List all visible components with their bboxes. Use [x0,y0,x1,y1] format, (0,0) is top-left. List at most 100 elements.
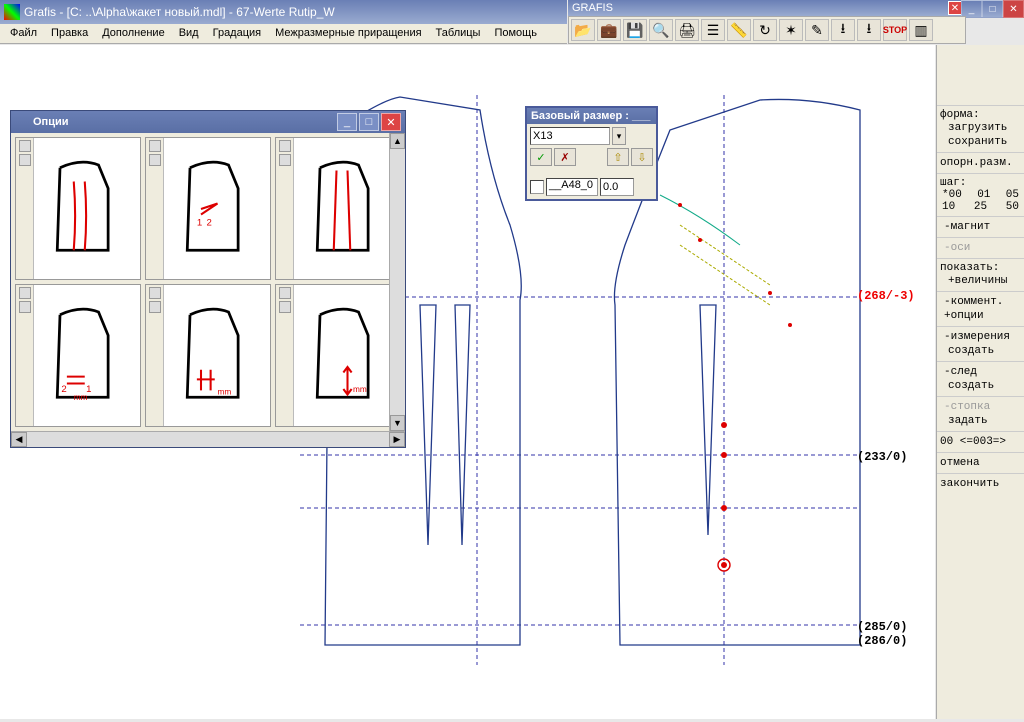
annotation-3: (285/0) [857,620,907,634]
step-00[interactable]: *00 [942,189,962,201]
options-toggle[interactable]: +опции [940,309,1021,323]
down2-icon[interactable]: ⭳ [857,19,881,41]
size-dropdown-icon[interactable]: ▾ [612,127,626,145]
cancel-button[interactable]: отмена [940,456,1021,470]
option-6[interactable]: mm [275,284,401,427]
counter[interactable]: 00 <=003=> [940,435,1021,449]
refresh-icon[interactable]: ↻ [753,19,777,41]
grafis-titlebar: GRAFIS ✕ [568,0,966,16]
screen-icon[interactable]: ▥ [909,19,933,41]
undo-icon[interactable]: ✎ [805,19,829,41]
option-1[interactable] [15,137,141,280]
option-2[interactable]: 12 [145,137,271,280]
open-icon[interactable]: 📂 [571,19,595,41]
finish-button[interactable]: закончить [940,477,1021,491]
svg-text:1: 1 [196,217,201,228]
step-01[interactable]: 01 [977,189,990,201]
show-values[interactable]: +величины [940,274,1021,288]
step-25[interactable]: 25 [974,201,987,213]
field-name[interactable]: __A48_0 [546,178,598,196]
step-05[interactable]: 05 [1006,189,1019,201]
options-close[interactable]: ✕ [381,113,401,131]
ruler-icon[interactable]: 📏 [727,19,751,41]
x-button[interactable]: ✗ [554,148,576,166]
annotation-1: (268/-3) [857,289,915,303]
magnet-toggle[interactable]: -магнит [940,220,1021,234]
step-10[interactable]: 10 [942,201,955,213]
down-button[interactable]: ⇩ [631,148,653,166]
shape-load[interactable]: загрузить [940,121,1021,135]
measure-toggle[interactable]: -измерения [940,330,1021,344]
save-icon[interactable]: 💾 [623,19,647,41]
up-button[interactable]: ⇧ [607,148,629,166]
toolbar: 📂 💼 💾 🔍 🖨 ☰ 📏 ↻ ✶ ✎ ⭳ ⭳ STOP ▥ [568,16,966,44]
svg-text:mm: mm [73,393,87,402]
base-size-title[interactable]: Базовый размер : ___ [527,108,656,124]
menu-addon[interactable]: Дополнение [96,26,170,41]
annotation-4: (286/0) [857,634,907,648]
options-hscrollbar[interactable]: ◀ ▶ [11,431,405,447]
menu-intersize[interactable]: Межразмерные приращения [269,26,427,41]
option-5[interactable]: mm [145,284,271,427]
svg-text:2: 2 [61,383,66,394]
menu-view[interactable]: Вид [173,26,205,41]
scroll-up-icon[interactable]: ▲ [390,133,405,149]
options-title: Опции [33,116,335,128]
zoom-icon[interactable]: 🔍 [649,19,673,41]
step-label: шаг: [940,177,1021,189]
size-input[interactable] [530,127,610,145]
svg-text:mm: mm [353,384,367,393]
options-grid: 12 21mm mm mm [11,133,405,431]
menu-tables[interactable]: Таблицы [430,26,487,41]
star-icon[interactable]: ✶ [779,19,803,41]
menu-edit[interactable]: Правка [45,26,94,41]
case-icon[interactable]: 💼 [597,19,621,41]
svg-text:mm: mm [217,387,231,396]
ref-size[interactable]: опорн.разм. [940,156,1021,170]
option-3[interactable] [275,137,401,280]
options-minimize[interactable]: _ [337,113,357,131]
down1-icon[interactable]: ⭳ [831,19,855,41]
show-label: показать: [940,262,1021,274]
trace-toggle[interactable]: -след [940,365,1021,379]
stack-toggle[interactable]: -стопка [940,400,1021,414]
title-text: Grafis - [C: ..\Alpha\жакет новый.mdl] -… [24,5,563,19]
menubar: Файл Правка Дополнение Вид Градация Межр… [0,24,567,44]
stop-icon[interactable]: STOP [883,19,907,41]
menu-gradation[interactable]: Градация [207,26,268,41]
scroll-down-icon[interactable]: ▼ [390,415,405,431]
print-icon[interactable]: 🖨 [675,19,699,41]
options-vscrollbar[interactable]: ▲ ▼ [389,133,405,431]
field-value[interactable] [600,178,634,196]
side-panel: форма: загрузить сохранить опорн.разм. ш… [936,45,1024,719]
options-window: Опции _ □ ✕ 12 21mm mm mm ▲ [10,110,406,448]
step-50[interactable]: 50 [1006,201,1019,213]
app-icon [4,4,20,20]
trace-create[interactable]: создать [940,379,1021,393]
scroll-right-icon[interactable]: ▶ [389,432,405,447]
menu-file[interactable]: Файл [4,26,43,41]
options-icon [15,115,29,129]
menu-help[interactable]: Помощь [488,26,543,41]
axes-toggle[interactable]: -оси [940,241,1021,255]
svg-text:2: 2 [206,217,211,228]
measure-create[interactable]: создать [940,344,1021,358]
grafis-close-icon[interactable]: ✕ [948,1,962,15]
options-maximize[interactable]: □ [359,113,379,131]
option-4[interactable]: 21mm [15,284,141,427]
options-titlebar[interactable]: Опции _ □ ✕ [11,111,405,133]
grafis-title: GRAFIS [572,2,613,14]
maximize-button[interactable]: □ [982,0,1003,18]
stack-icon[interactable]: ☰ [701,19,725,41]
base-size-panel[interactable]: Базовый размер : ___ ▾ ✓ ✗ ⇧ ⇩ __A48_0 [525,106,658,201]
shape-label: форма: [940,109,1021,121]
check-button[interactable]: ✓ [530,148,552,166]
comment-toggle[interactable]: -коммент. [940,295,1021,309]
close-button[interactable]: ✕ [1003,0,1024,18]
field-checkbox[interactable] [530,180,544,194]
scroll-left-icon[interactable]: ◀ [11,432,27,447]
stack-set[interactable]: задать [940,414,1021,428]
shape-save[interactable]: сохранить [940,135,1021,149]
window-controls: _ □ ✕ [961,0,1024,18]
main-titlebar: Grafis - [C: ..\Alpha\жакет новый.mdl] -… [0,0,567,24]
